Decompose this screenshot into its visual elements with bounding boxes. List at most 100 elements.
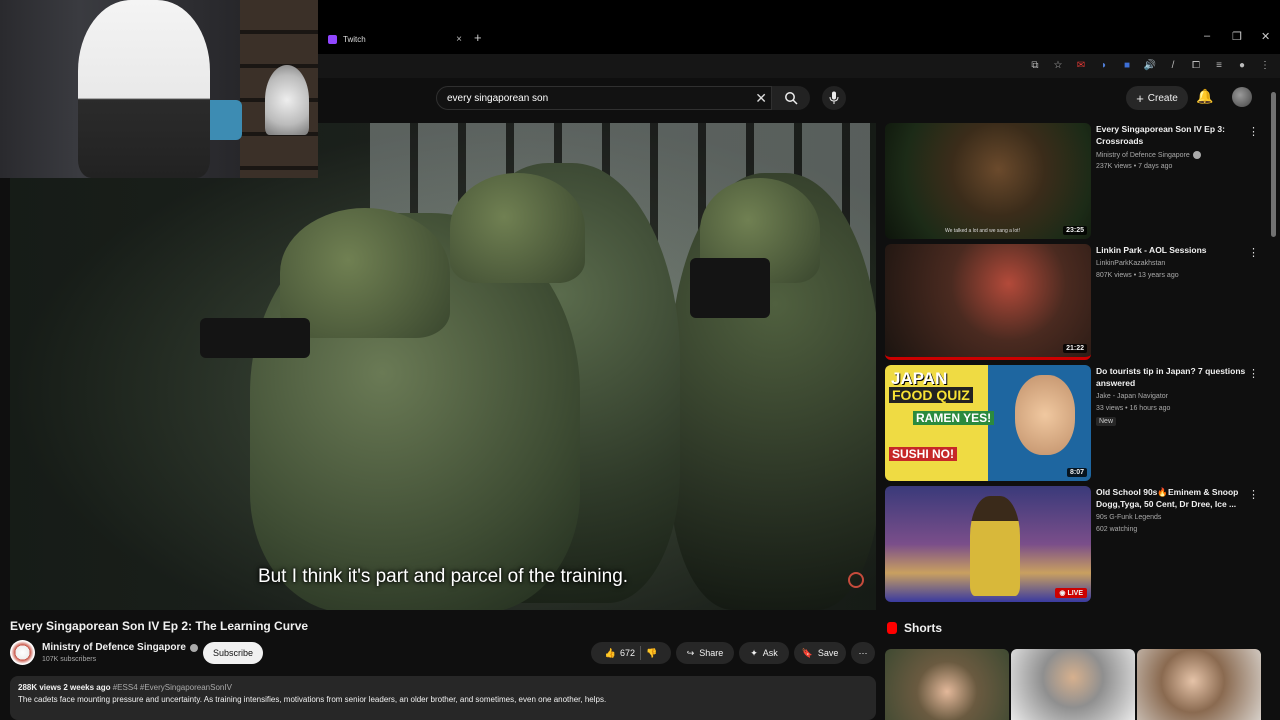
thumbnail-text-food-quiz: FOOD QUIZ xyxy=(889,387,973,403)
short-thumbnail[interactable] xyxy=(885,649,1009,720)
recommendation-title[interactable]: Old School 90s🔥Eminem & Snoop Dogg,Tyga,… xyxy=(1096,486,1246,510)
recommendation-channel-text: Ministry of Defence Singapore xyxy=(1096,151,1190,159)
webcam-fan xyxy=(265,65,309,135)
video-duration: 21:22 xyxy=(1063,344,1087,353)
profile-icon[interactable]: ● xyxy=(1235,58,1249,72)
recommendation-channel[interactable]: Ministry of Defence Singapore xyxy=(1096,151,1201,159)
install-app-icon[interactable]: ⧉ xyxy=(1028,58,1042,72)
live-badge: ◉ LIVE xyxy=(1055,588,1087,598)
browser-tab[interactable]: Twitch × xyxy=(318,28,468,50)
gmail-extension-icon[interactable]: ✉ xyxy=(1074,58,1088,72)
dislike-button[interactable]: 👎 xyxy=(646,648,657,659)
recommendation-menu-icon[interactable]: ⋮ xyxy=(1248,246,1259,259)
recommendation-item[interactable]: We talked a lot and we sang a lot! 23:25… xyxy=(885,123,1265,240)
ask-button[interactable]: ✦ Ask xyxy=(739,642,789,664)
short-thumbnail[interactable] xyxy=(1137,649,1261,720)
save-button[interactable]: 🔖 Save xyxy=(794,642,846,664)
notifications-bell-icon[interactable]: 🔔 xyxy=(1196,88,1213,105)
share-button[interactable]: ↪ Share xyxy=(676,642,734,664)
bookmark-star-icon[interactable]: ☆ xyxy=(1051,58,1065,72)
like-button[interactable]: 👍 672 xyxy=(605,648,635,659)
shorts-heading-text: Shorts xyxy=(904,621,943,635)
recommendation-menu-icon[interactable]: ⋮ xyxy=(1248,488,1259,501)
hashtags[interactable]: #ESS4 #EverySingaporeanSonIV xyxy=(113,683,232,692)
like-dislike-group: 👍 672 👎 xyxy=(591,642,671,664)
video-duration: 23:25 xyxy=(1063,226,1087,235)
short-thumbnail[interactable] xyxy=(1011,649,1135,720)
search-button[interactable] xyxy=(772,86,810,110)
webcam-overlay xyxy=(0,0,318,178)
recommendation-channel[interactable]: LinkinParkKazakhstan xyxy=(1096,260,1165,267)
shorts-heading: Shorts xyxy=(887,621,942,635)
thumbs-down-icon: 👎 xyxy=(646,647,658,658)
recommendation-meta: 33 views • 16 hours ago xyxy=(1096,405,1171,412)
window-close-icon[interactable]: ✕ xyxy=(1261,30,1270,43)
recommendation-thumbnail[interactable]: 21:22 xyxy=(885,244,1091,360)
subscriber-count: 107K subscribers xyxy=(42,656,97,663)
subscribe-button[interactable]: Subscribe xyxy=(203,642,263,664)
recommendation-item[interactable]: 21:22 Linkin Park - AOL Sessions LinkinP… xyxy=(885,244,1265,361)
recommendation-title[interactable]: Every Singaporean Son IV Ep 3: Crossroad… xyxy=(1096,123,1246,147)
recommendation-item[interactable]: JAPAN FOOD QUIZ RAMEN YES! SUSHI NO! 8:0… xyxy=(885,365,1265,482)
search-icon xyxy=(785,92,798,105)
search-input[interactable]: every singaporean son ✕ xyxy=(436,86,772,110)
share-label: Share xyxy=(699,648,724,658)
thumbnail-figure xyxy=(970,496,1020,596)
recommendation-thumbnail[interactable]: ◉ LIVE xyxy=(885,486,1091,602)
channel-name[interactable]: Ministry of Defence Singapore xyxy=(42,642,198,653)
slash-extension-icon[interactable]: / xyxy=(1166,58,1180,72)
thumbnail-text-ramen: RAMEN YES! xyxy=(913,411,995,425)
views-date: 288K views 2 weeks ago xyxy=(18,683,111,692)
extensions-puzzle-icon[interactable]: ⧠ xyxy=(1189,58,1203,72)
restore-icon[interactable]: ❐ xyxy=(1232,30,1242,43)
video-title: Every Singaporean Son IV Ep 2: The Learn… xyxy=(10,619,309,633)
channel-avatar[interactable] xyxy=(10,640,35,665)
audio-extension-icon[interactable]: ◗ xyxy=(1097,58,1111,72)
recommendation-menu-icon[interactable]: ⋮ xyxy=(1248,125,1259,138)
recommendation-channel[interactable]: Jake - Japan Navigator xyxy=(1096,393,1168,400)
recommendation-title[interactable]: Do tourists tip in Japan? 7 questions an… xyxy=(1096,365,1246,389)
create-button[interactable]: + Create xyxy=(1126,86,1188,110)
tab-close-icon[interactable]: × xyxy=(456,34,462,45)
volume-extension-icon[interactable]: 🔊 xyxy=(1143,58,1157,72)
account-avatar[interactable] xyxy=(1232,87,1252,107)
sparkle-icon: ✦ xyxy=(750,647,758,658)
media-extension-icon[interactable]: ≡ xyxy=(1212,58,1226,72)
recommendation-meta: 602 watching xyxy=(1096,526,1138,533)
description-text: The cadets face mounting pressure and un… xyxy=(18,695,607,704)
extension-icons: ⧉ ☆ ✉ ◗ ■ 🔊 / ⧠ ≡ ● ⋮ xyxy=(1028,58,1272,72)
voice-search-button[interactable] xyxy=(822,86,846,110)
blue-extension-icon[interactable]: ■ xyxy=(1120,58,1134,72)
recommendation-thumbnail[interactable]: JAPAN FOOD QUIZ RAMEN YES! SUSHI NO! 8:0… xyxy=(885,365,1091,481)
new-badge: New xyxy=(1096,417,1117,426)
thumbnail-text-sushi: SUSHI NO! xyxy=(889,447,958,461)
live-label: LIVE xyxy=(1067,590,1083,597)
recommendation-thumbnail[interactable]: We talked a lot and we sang a lot! 23:25 xyxy=(885,123,1091,239)
tab-title: Twitch xyxy=(343,34,366,44)
recommendation-channel[interactable]: 90s G-Funk Legends xyxy=(1096,514,1161,521)
microphone-icon xyxy=(829,91,839,104)
twitch-favicon-icon xyxy=(328,34,337,44)
thumbnail-text-japan: JAPAN xyxy=(891,369,948,388)
share-icon: ↪ xyxy=(686,647,695,658)
browser-menu-icon[interactable]: ⋮ xyxy=(1258,58,1272,72)
more-actions-button[interactable]: ⋯ xyxy=(851,642,875,664)
description-box[interactable]: 288K views 2 weeks ago #ESS4 #EverySinga… xyxy=(10,676,876,720)
recommendation-title[interactable]: Linkin Park - AOL Sessions xyxy=(1096,244,1246,256)
page-scrollbar[interactable] xyxy=(1271,92,1276,237)
minimize-icon[interactable]: – xyxy=(1204,30,1210,42)
recommendation-item[interactable]: ◉ LIVE Old School 90s🔥Eminem & Snoop Dog… xyxy=(885,486,1265,603)
save-label: Save xyxy=(817,648,839,658)
verified-badge-icon xyxy=(1192,151,1201,159)
shorts-logo-icon xyxy=(887,622,897,634)
more-horizontal-icon: ⋯ xyxy=(858,647,868,658)
mindef-watermark-icon xyxy=(848,572,864,588)
recommendation-menu-icon[interactable]: ⋮ xyxy=(1248,367,1259,380)
video-player[interactable]: But I think it's part and parcel of the … xyxy=(10,123,876,610)
screen: Twitch × + – ❐ ✕ ⧉ ☆ ✉ ◗ ■ 🔊 / ⧠ ≡ ● ⋮ e… xyxy=(0,0,1280,720)
thumbs-up-icon: 👍 xyxy=(604,647,616,658)
verified-badge-icon xyxy=(189,643,198,652)
video-rifle-left xyxy=(200,318,310,358)
new-tab-button[interactable]: + xyxy=(474,30,482,45)
clear-search-icon[interactable]: ✕ xyxy=(755,90,767,107)
